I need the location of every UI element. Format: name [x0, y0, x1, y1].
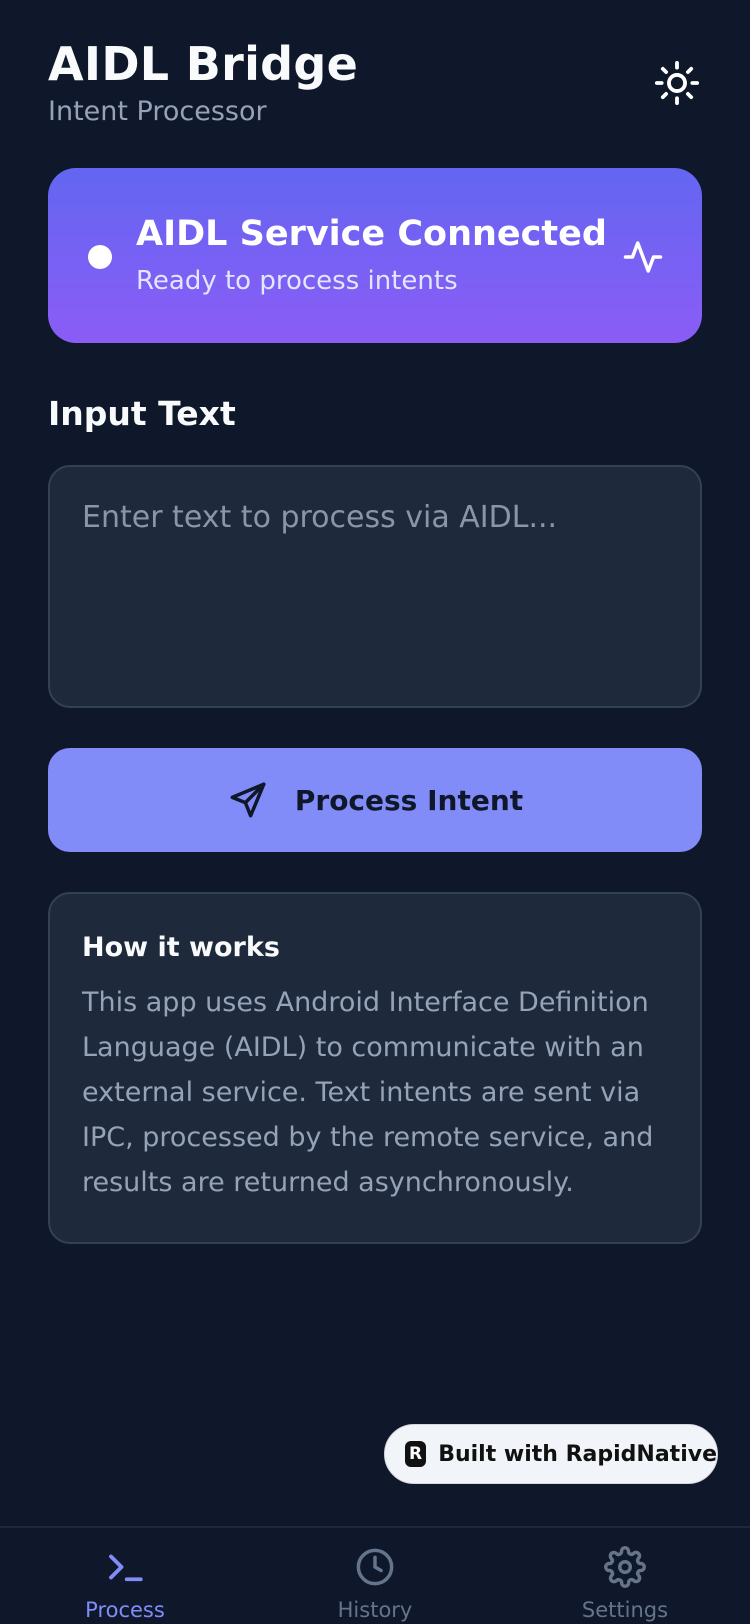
header: AIDL Bridge Intent Processor [48, 36, 702, 136]
input-text-field[interactable] [50, 467, 700, 706]
tab-process[interactable]: Process [0, 1528, 250, 1624]
status-indicator-dot [88, 245, 112, 269]
built-with-badge[interactable]: R Built with RapidNative [384, 1424, 718, 1484]
status-title: AIDL Service Connected [136, 214, 607, 254]
input-label: Input Text [48, 394, 236, 433]
activity-icon [623, 241, 663, 273]
tab-history[interactable]: History [250, 1528, 500, 1624]
tab-process-label: Process [85, 1598, 165, 1622]
theme-toggle-button[interactable] [652, 58, 702, 108]
process-intent-button[interactable]: Process Intent [48, 748, 702, 852]
clock-icon [356, 1548, 394, 1586]
input-container [48, 465, 702, 708]
sun-icon [654, 60, 700, 106]
send-icon [230, 782, 266, 818]
app-title: AIDL Bridge [48, 37, 359, 91]
badge-text: Built with RapidNative [438, 1441, 717, 1467]
status-subtitle: Ready to process intents [136, 266, 458, 296]
rapidnative-logo-icon: R [405, 1441, 427, 1467]
info-body: This app uses Android Interface Definiti… [82, 987, 654, 1198]
status-card: AIDL Service Connected Ready to process … [48, 168, 702, 343]
info-card: How it works This app uses Android Inter… [48, 892, 702, 1244]
gear-icon [604, 1546, 646, 1588]
process-intent-label: Process Intent [294, 783, 524, 817]
terminal-icon [109, 1554, 143, 1582]
screen: AIDL Bridge Intent Processor AIDL Servic… [0, 0, 750, 1624]
app-subtitle: Intent Processor [48, 96, 267, 127]
tab-settings[interactable]: Settings [500, 1528, 750, 1624]
bottom-tab-bar: Process History Settings [0, 1526, 750, 1624]
tab-settings-label: Settings [581, 1598, 669, 1622]
info-title: How it works [82, 932, 280, 963]
tab-history-label: History [337, 1598, 413, 1622]
